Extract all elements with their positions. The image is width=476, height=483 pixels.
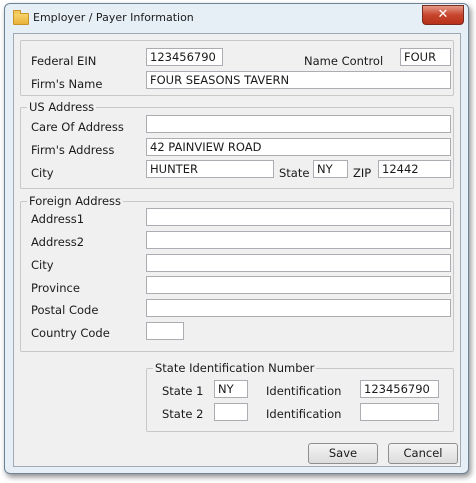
country-code-label: Country Code [31, 326, 110, 340]
name-control-label: Name Control [304, 54, 384, 68]
state1-input[interactable]: NY [214, 380, 248, 398]
state-input[interactable]: NY [313, 160, 348, 178]
foreign-city-label: City [31, 258, 54, 272]
zip-label: ZIP [353, 166, 372, 180]
federal-ein-input[interactable]: 123456790 [146, 48, 223, 66]
state-label: State [279, 166, 310, 180]
firms-address-label: Firm's Address [31, 143, 115, 157]
title-bar: Employer / Payer Information ✕ [5, 4, 468, 32]
employer-payer-dialog: Employer / Payer Information ✕ Federal E… [4, 3, 469, 474]
province-label: Province [31, 281, 80, 295]
cancel-button[interactable]: Cancel [388, 443, 458, 464]
firms-name-input[interactable]: FOUR SEASONS TAVERN [146, 71, 451, 89]
name-control-input[interactable]: FOUR [400, 48, 451, 66]
province-input[interactable] [146, 276, 451, 294]
foreign-address-legend: Foreign Address [27, 194, 124, 208]
us-city-input[interactable]: HUNTER [146, 160, 274, 178]
federal-ein-label: Federal EIN [31, 54, 97, 68]
close-button[interactable]: ✕ [422, 5, 464, 25]
us-city-label: City [31, 166, 54, 180]
zip-input[interactable]: 12442 [378, 160, 451, 178]
postal-code-label: Postal Code [31, 303, 99, 317]
identification2-input[interactable] [360, 403, 439, 421]
window-title: Employer / Payer Information [33, 11, 194, 24]
dialog-body: Federal EIN 123456790 Name Control FOUR … [13, 33, 461, 467]
save-button[interactable]: Save [308, 443, 378, 464]
address2-label: Address2 [31, 235, 85, 249]
identification1-label: Identification [266, 384, 342, 398]
foreign-city-input[interactable] [146, 254, 451, 272]
identification1-input[interactable]: 123456790 [360, 380, 439, 398]
care-of-address-input[interactable] [146, 115, 451, 133]
firms-address-input[interactable]: 42 PAINVIEW ROAD [146, 138, 451, 156]
address1-input[interactable] [146, 208, 451, 226]
address1-label: Address1 [31, 212, 85, 226]
firms-name-label: Firm's Name [31, 77, 103, 91]
state-id-group [146, 368, 454, 432]
care-of-address-label: Care Of Address [31, 120, 124, 134]
folder-icon [13, 10, 29, 25]
state-id-legend: State Identification Number [153, 361, 317, 375]
identification2-label: Identification [266, 407, 342, 421]
address2-input[interactable] [146, 231, 451, 249]
state2-label: State 2 [162, 407, 204, 421]
country-code-input[interactable] [146, 322, 184, 340]
us-address-legend: US Address [27, 100, 97, 114]
state2-input[interactable] [214, 403, 248, 421]
postal-code-input[interactable] [146, 299, 451, 317]
state1-label: State 1 [162, 384, 204, 398]
